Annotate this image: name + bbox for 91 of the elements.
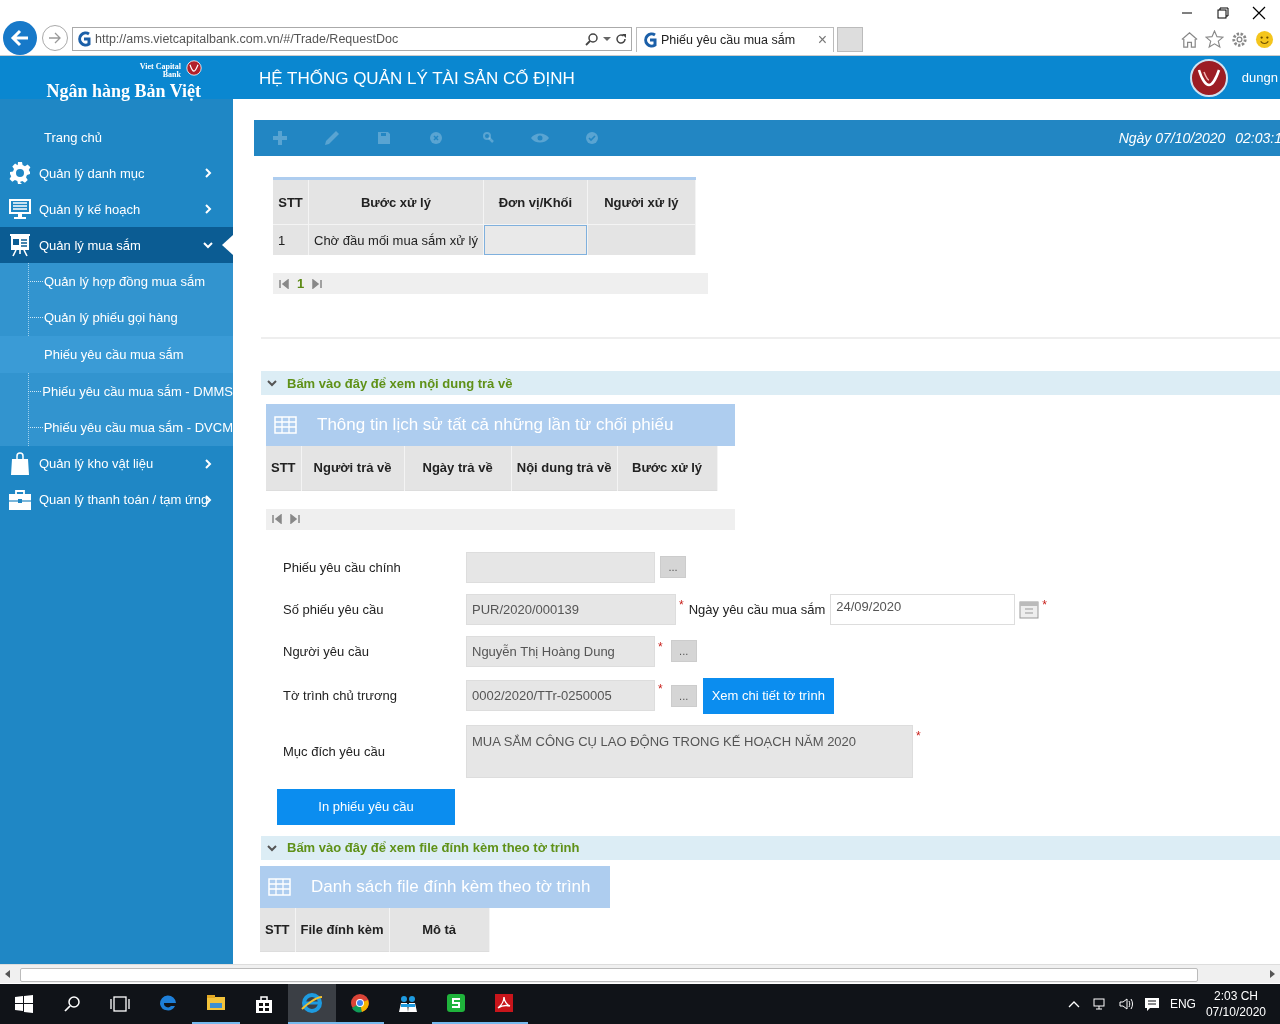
required-mark: * xyxy=(1042,597,1047,612)
dropdown-caret-icon[interactable] xyxy=(603,35,611,43)
sidebar-subitem[interactable]: Phiếu yêu cầu mua sắm - DVCM xyxy=(0,409,233,446)
monitor-icon xyxy=(8,197,32,221)
table-cell: Chờ đầu mối mua sắm xử lý xyxy=(308,224,484,255)
required-mark: * xyxy=(658,681,663,696)
column-header: Người trả về xyxy=(301,446,405,490)
column-header: File đính kèm xyxy=(295,907,390,952)
presentation-board-icon xyxy=(8,233,32,257)
sidebar-subitem[interactable]: Phiếu yêu cầu mua sắm xyxy=(0,336,233,373)
field-label: Phiếu yêu cầu chính xyxy=(283,559,402,575)
browser-tab[interactable]: Phiếu yêu cầu mua sắm × xyxy=(636,27,834,52)
sidebar-item[interactable]: Quản lý kế hoạch xyxy=(0,191,233,227)
notification-icon[interactable] xyxy=(1143,996,1160,1012)
star-icon[interactable] xyxy=(1205,30,1224,49)
field-label: Ngày yêu cầu mua sắm xyxy=(688,601,826,617)
page-number[interactable]: 1 xyxy=(297,276,305,291)
sidebar-subitem[interactable]: Quản lý hợp đồng mua sắm xyxy=(0,263,233,300)
column-header: Ngày trả về xyxy=(404,446,512,490)
section-title: Bấm vào đây để xem file đính kèm theo tờ trình xyxy=(287,840,580,855)
section-header[interactable]: Bấm vào đây để xem file đính kèm theo tờ trình xyxy=(261,835,1280,860)
column-header: Bước xử lý xyxy=(617,446,718,490)
settings-icon[interactable] xyxy=(1230,30,1249,49)
last-page-icon[interactable] xyxy=(312,278,323,289)
sidebar-item[interactable]: Quản lý kho vật liệu xyxy=(0,445,233,482)
volume-icon[interactable] xyxy=(1117,996,1134,1012)
user-name[interactable]: dungn xyxy=(1241,70,1278,85)
section-title: Bấm vào đây để xem nội dung trả về xyxy=(287,375,513,391)
sidebar-item[interactable]: Quan lý thanh toán / tạm ứng xyxy=(0,481,233,518)
logo-mark-icon xyxy=(186,60,202,76)
app-title: HỆ THỐNG QUẢN LÝ TÀI SẢN CỐ ĐỊNH xyxy=(259,69,575,90)
current-date: Ngày 07/10/2020 xyxy=(1118,130,1226,146)
table-cell: 1 xyxy=(273,224,309,255)
print-button[interactable]: In phiếu yêu cầu xyxy=(277,788,455,825)
back-button[interactable] xyxy=(3,21,37,55)
column-header: Mô tả xyxy=(389,907,490,952)
field-label: Người yêu cầu xyxy=(283,643,370,659)
current-time: 02:03:1 xyxy=(1235,130,1280,146)
shopping-bag-icon xyxy=(8,451,32,476)
restore-icon[interactable] xyxy=(1216,6,1230,20)
close-icon[interactable] xyxy=(1252,6,1266,20)
sidebar-subitem[interactable]: Phiếu yêu cầu mua sắm - DMMS xyxy=(0,372,233,410)
required-mark: * xyxy=(916,728,921,743)
panel-title: Thông tin lịch sử tất cả những lần từ chối phiếu xyxy=(317,415,674,435)
sidebar-subitem[interactable]: Quản lý phiếu gọi hàng xyxy=(0,299,233,337)
refresh-icon[interactable] xyxy=(615,33,627,45)
logo-text: Ngân hàng Bản Việt xyxy=(46,81,201,102)
smiley-icon[interactable] xyxy=(1255,30,1274,49)
site-logo-icon xyxy=(643,31,657,49)
forward-arrow-icon xyxy=(47,30,63,46)
horizontal-scrollbar[interactable] xyxy=(0,964,1280,983)
sidebar-item[interactable]: Quản lý danh mục xyxy=(0,155,233,191)
gear-icon xyxy=(8,161,32,185)
column-header: Đơn vị/Khối xyxy=(483,178,588,225)
sidebar-item[interactable]: Quản lý mua sắm xyxy=(0,227,233,263)
close-tab-button[interactable]: × xyxy=(817,31,827,49)
logo-caption: Viet Capital Bank xyxy=(138,63,181,79)
grid-icon xyxy=(268,877,291,896)
home-icon[interactable] xyxy=(1180,30,1199,49)
avatar-icon[interactable] xyxy=(1189,58,1228,97)
section-header[interactable]: Bấm vào đây để xem nội dung trả về xyxy=(261,371,1280,395)
language-indicator[interactable]: ENG xyxy=(1169,997,1196,1011)
back-arrow-icon xyxy=(9,27,31,49)
column-header: STT xyxy=(266,446,302,490)
required-mark: * xyxy=(658,639,663,654)
first-page-icon[interactable] xyxy=(272,514,282,524)
column-header: STT xyxy=(273,178,309,225)
windows-logo-icon xyxy=(12,992,36,1016)
first-page-icon[interactable] xyxy=(279,278,289,289)
column-header: Người xử lý xyxy=(587,178,696,225)
field-label: Tờ trình chủ trương xyxy=(283,688,398,703)
scroll-left-icon[interactable] xyxy=(4,970,12,978)
browser-icon[interactable] xyxy=(288,984,336,1024)
briefcase-icon xyxy=(8,487,32,512)
field-label: Mục đích yêu cầu xyxy=(283,743,386,759)
scroll-right-icon[interactable] xyxy=(1268,970,1276,978)
address-bar[interactable]: http://ams.vietcapitalbank.com.vn/#/Trade/RequestDoc xyxy=(72,27,632,51)
search-icon[interactable] xyxy=(585,32,599,46)
network-icon[interactable] xyxy=(1091,996,1108,1012)
grid-icon xyxy=(274,416,297,434)
panel-title: Danh sách file đính kèm theo tờ trình xyxy=(311,876,591,897)
required-mark: * xyxy=(679,597,684,612)
sidebar-item[interactable]: Trang chủ xyxy=(0,119,233,155)
site-logo-icon xyxy=(77,30,91,48)
column-header: Bước xử lý xyxy=(308,178,484,225)
table-cell[interactable] xyxy=(483,224,588,255)
column-header: Nội dung trả về xyxy=(511,446,618,490)
column-header: STT xyxy=(260,907,296,952)
last-page-icon[interactable] xyxy=(290,514,300,524)
field-label: Số phiếu yêu cầu xyxy=(283,601,385,617)
clock[interactable]: 2:03 CH 07/10/2020 xyxy=(1205,988,1266,1020)
